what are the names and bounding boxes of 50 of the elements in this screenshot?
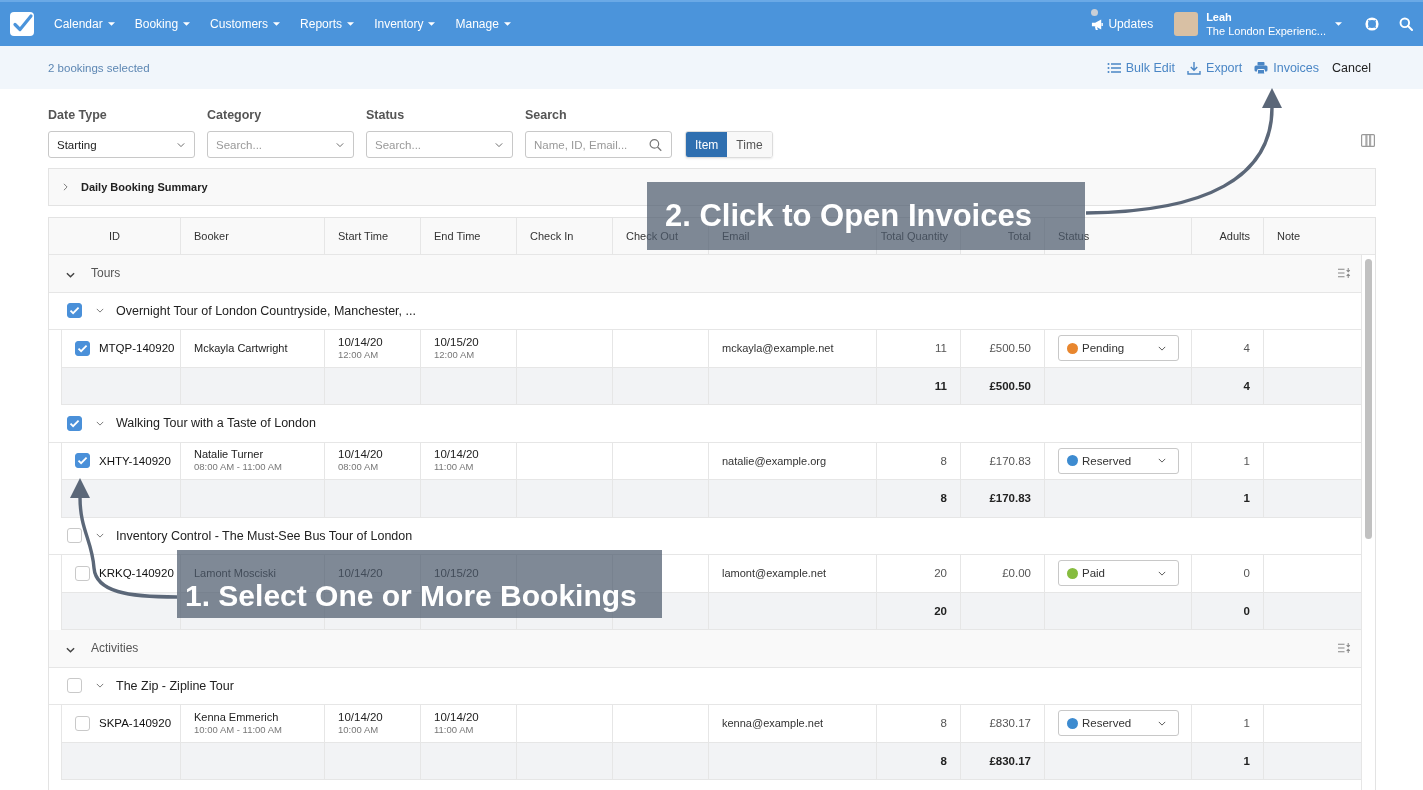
filter-label: Date Type <box>48 108 108 123</box>
table-cell: Mckayla Cartwright <box>181 330 325 367</box>
table-cell: 10/14/20 12:00 AM <box>325 330 421 367</box>
table-cell: 10/14/20 10:00 AM <box>325 705 421 742</box>
table-cell: natalie@example.org <box>709 442 877 479</box>
table-cell: 4 <box>1192 367 1264 404</box>
table-cell: £500.50 <box>961 330 1045 367</box>
panel-title: Daily Booking Summary <box>81 181 208 193</box>
table-cell: £830.17 <box>961 705 1045 742</box>
table-cell: 4 <box>1192 330 1264 367</box>
table-cell: 11 <box>877 367 961 404</box>
table-cell: 1 <box>1192 480 1264 517</box>
company-name: The London Experienc... <box>1206 24 1326 38</box>
table-cell: 8 <box>877 742 961 779</box>
filter-label: Status <box>366 108 406 123</box>
table-cell: 1 <box>1192 742 1264 779</box>
filter-label: Search <box>525 108 568 123</box>
group-name: Tours <box>91 266 121 281</box>
table-cell: 1 <box>1192 442 1264 479</box>
table-cell: £830.17 <box>961 742 1045 779</box>
table-cell: 0 <box>1192 592 1264 629</box>
table-cell: mckayla@example.net <box>709 330 877 367</box>
table-cell: 8 <box>877 442 961 479</box>
table-cell: 10/14/20 11:00 AM <box>421 705 517 742</box>
table-cell: £0.00 <box>961 555 1045 592</box>
table-cell: 10/14/20 11:00 AM <box>421 442 517 479</box>
item-title: Overnight Tour of London Countryside, Manchester, ... <box>116 303 416 318</box>
table-cell: 1 <box>1192 705 1264 742</box>
table-cell: 8 <box>877 480 961 517</box>
table-cell: 20 <box>877 555 961 592</box>
table-cell: lamont@example.net <box>709 555 877 592</box>
table-cell: 20 <box>877 592 961 629</box>
group-name: Activities <box>91 641 139 656</box>
table-cell: kenna@example.net <box>709 705 877 742</box>
table-cell: Kenna Emmerich 10:00 AM - 11:00 AM <box>181 705 325 742</box>
table-cell: 8 <box>877 705 961 742</box>
item-title: Walking Tour with a Taste of London <box>116 416 316 431</box>
filter-label: Category <box>207 108 263 123</box>
table-cell: 10/14/20 08:00 AM <box>325 442 421 479</box>
table-cell: 11 <box>877 330 961 367</box>
table-cell: £170.83 <box>961 442 1045 479</box>
table-cell: £500.50 <box>961 367 1045 404</box>
table-cell: Natalie Turner 08:00 AM - 11:00 AM <box>181 442 325 479</box>
table-cell: 0 <box>1192 555 1264 592</box>
item-title: The Zip - Zipline Tour <box>116 678 234 693</box>
user-name: Leah <box>1206 10 1233 24</box>
item-title: Inventory Control - The Must-See Bus Tour of London <box>116 528 413 543</box>
selection-count: 2 bookings selected <box>48 61 150 74</box>
table-cell: £170.83 <box>961 480 1045 517</box>
table-cell: 10/15/20 12:00 AM <box>421 330 517 367</box>
